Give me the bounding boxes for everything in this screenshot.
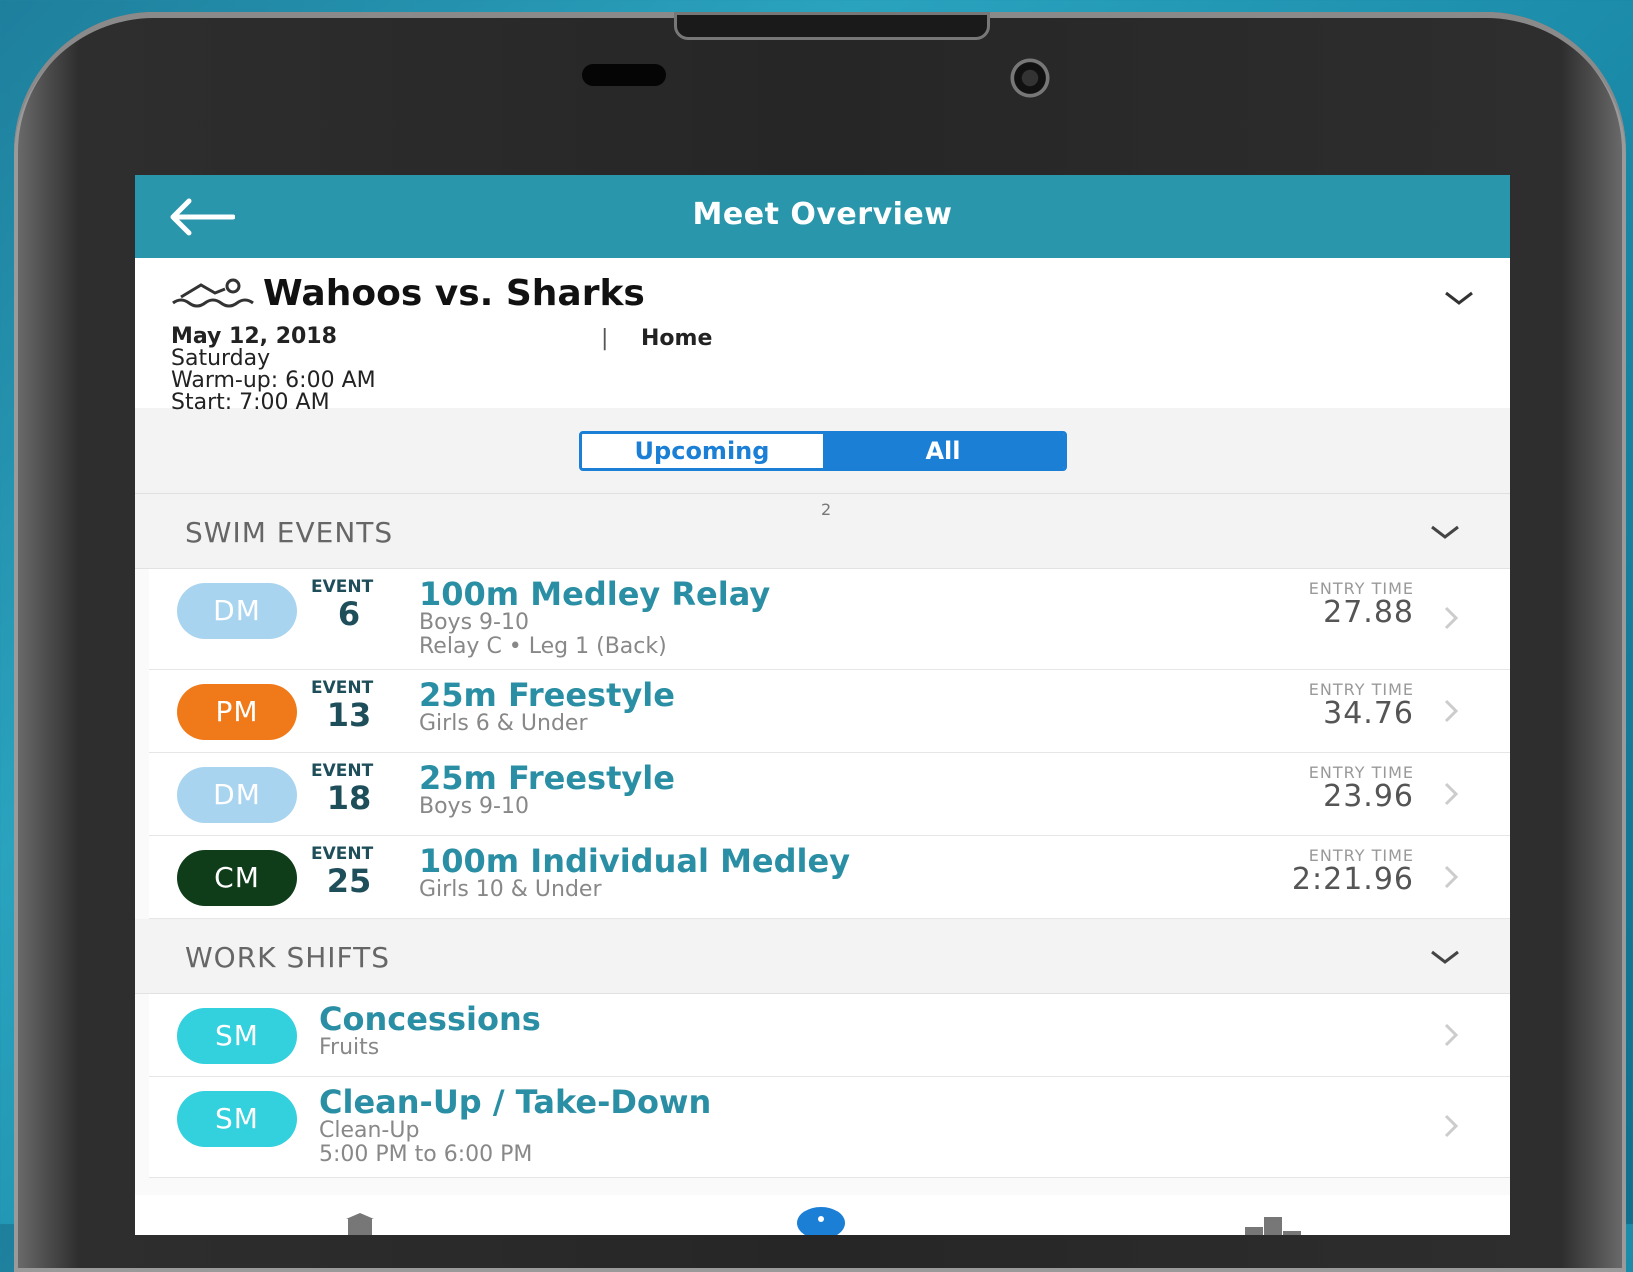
meet-day: Saturday (171, 346, 271, 371)
work-shifts-header[interactable]: WORK SHIFTS (135, 919, 1510, 994)
shift-row[interactable]: SM Clean-Up / Take-Down Clean-Up 5:00 PM… (149, 1077, 1510, 1178)
shift-time: 5:00 PM to 6:00 PM (319, 1142, 533, 1167)
filter-all-button[interactable]: All (822, 433, 1064, 468)
event-number: 13 (326, 696, 372, 734)
shift-title: Concessions (319, 1000, 541, 1038)
swim-events-label: SWIM EVENTS (185, 516, 394, 549)
chevron-right-icon (1444, 865, 1459, 889)
entry-time: 34.76 (1323, 696, 1414, 731)
event-title: 25m Freestyle (419, 759, 675, 797)
swim-events-header[interactable]: SWIM EVENTS 2 (135, 494, 1510, 569)
page-title: Meet Overview (692, 197, 953, 232)
meet-header[interactable]: Wahoos vs. Sharks May 12, 2018 Saturday … (135, 258, 1510, 414)
event-label: EVENT (311, 577, 374, 597)
filter-segmented-control: Upcoming All (578, 430, 1067, 471)
event-number: 6 (337, 595, 361, 633)
meet-title-row: Wahoos vs. Sharks (171, 270, 1474, 316)
chevron-down-icon[interactable] (1442, 288, 1476, 308)
event-label: EVENT (311, 844, 374, 864)
shift-subtitle: Clean-Up (319, 1118, 420, 1143)
meet-schedule: May 12, 2018 Saturday Warm-up: 6:00 AM S… (171, 326, 601, 414)
entry-time: 27.88 (1323, 595, 1414, 630)
meet-title: Wahoos vs. Sharks (263, 272, 645, 314)
work-shifts-label: WORK SHIFTS (185, 941, 391, 974)
top-speaker-grille (674, 12, 990, 40)
event-title: 100m Medley Relay (419, 575, 771, 613)
building-icon[interactable] (340, 1213, 380, 1235)
meet-meta: May 12, 2018 Saturday Warm-up: 6:00 AM S… (171, 326, 1474, 414)
avatar: PM (177, 684, 297, 740)
chevron-right-icon (1444, 606, 1459, 630)
swimmer-icon (172, 278, 254, 308)
app-bar: Meet Overview (135, 175, 1510, 258)
avatar: SM (177, 1008, 297, 1064)
event-number: 25 (326, 862, 372, 900)
shift-title: Clean-Up / Take-Down (319, 1083, 712, 1121)
chevron-right-icon (1444, 782, 1459, 806)
chevron-down-icon (1431, 525, 1459, 539)
meet-location: Home (641, 326, 713, 351)
event-row[interactable]: PM EVENT 13 25m Freestyle Girls 6 & Unde… (149, 670, 1510, 753)
event-label: EVENT (311, 761, 374, 781)
event-number: 18 (326, 779, 372, 817)
chevron-down-icon (1431, 950, 1459, 964)
event-subtitle: Boys 9-10 (419, 794, 529, 819)
meta-separator: | (601, 326, 609, 351)
event-subtitle: Girls 10 & Under (419, 877, 602, 902)
entry-time: 2:21.96 (1291, 862, 1414, 897)
chevron-right-icon (1444, 1023, 1459, 1047)
event-title: 100m Individual Medley (419, 842, 851, 880)
event-subtitle: Girls 6 & Under (419, 711, 588, 736)
meet-warmup: Warm-up: 6:00 AM (171, 368, 376, 393)
event-relay-info: Relay C • Leg 1 (Back) (419, 634, 667, 659)
filter-row: Upcoming All (135, 408, 1510, 494)
event-title: 25m Freestyle (419, 676, 675, 714)
meet-date: May 12, 2018 (171, 324, 337, 349)
entry-time: 23.96 (1323, 779, 1414, 814)
meet-start: Start: 7:00 AM (171, 390, 330, 415)
bottom-nav (135, 1195, 1510, 1235)
location-pin-icon[interactable] (795, 1205, 847, 1235)
avatar: SM (177, 1091, 297, 1147)
podium-icon[interactable] (1243, 1213, 1303, 1235)
shift-row[interactable]: SM Concessions Fruits (149, 994, 1510, 1077)
chevron-right-icon (1444, 699, 1459, 723)
event-row[interactable]: DM EVENT 6 100m Medley Relay Boys 9-10 R… (149, 569, 1510, 670)
event-row[interactable]: CM EVENT 25 100m Individual Medley Girls… (149, 836, 1510, 919)
event-label: EVENT (311, 678, 374, 698)
avatar: CM (177, 850, 297, 906)
shift-subtitle: Fruits (319, 1035, 380, 1060)
front-camera (1010, 58, 1050, 98)
event-row[interactable]: DM EVENT 18 25m Freestyle Boys 9-10 ENTR… (149, 753, 1510, 836)
filter-upcoming-button[interactable]: Upcoming (581, 433, 823, 468)
chevron-right-icon (1444, 1114, 1459, 1138)
event-subtitle: Boys 9-10 (419, 610, 529, 635)
avatar: DM (177, 767, 297, 823)
swim-events-count: 2 (821, 500, 832, 519)
earpiece (582, 64, 666, 86)
avatar: DM (177, 583, 297, 639)
app-screen: Meet Overview Wahoos vs. Sharks May 12, … (135, 175, 1510, 1235)
